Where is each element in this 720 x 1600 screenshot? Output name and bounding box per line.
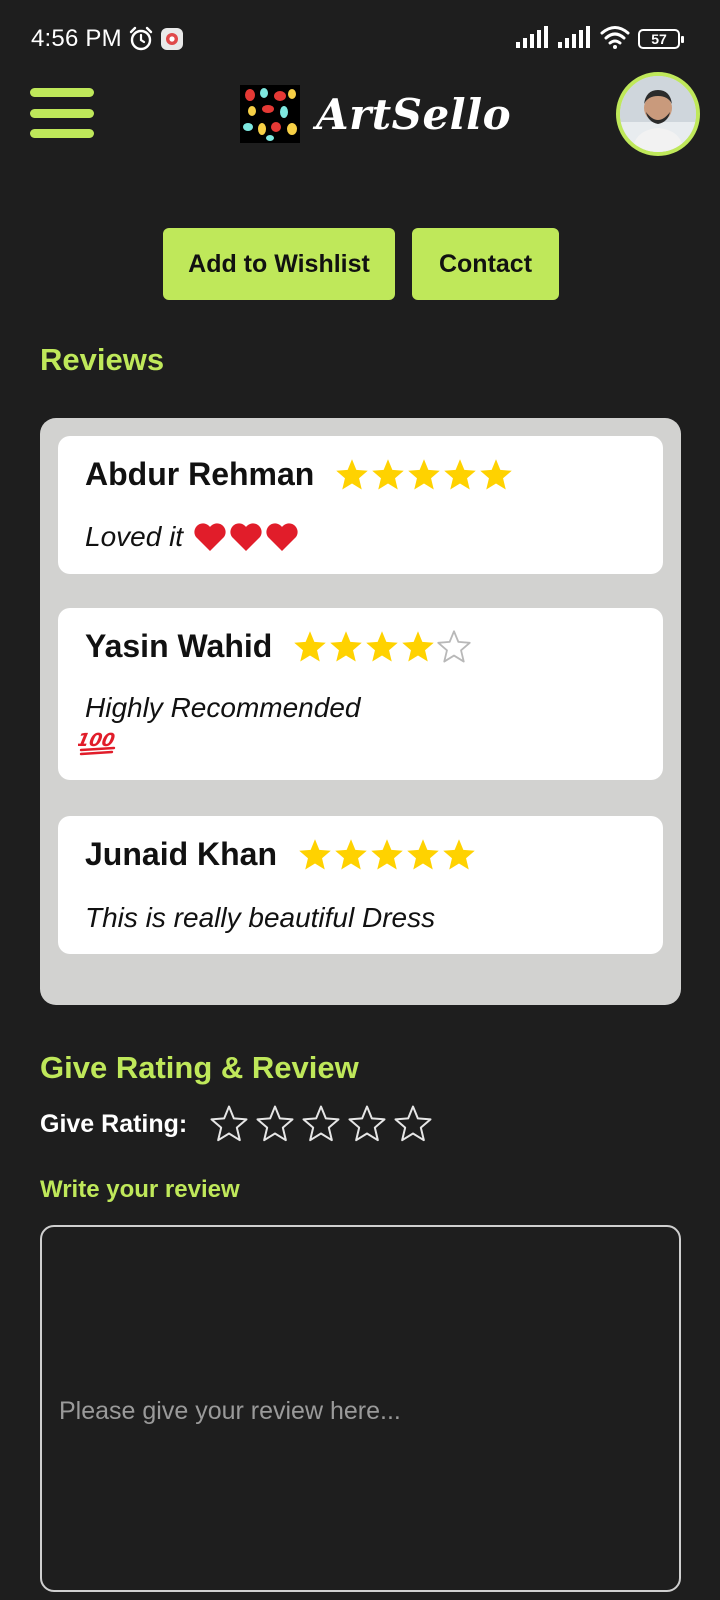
empty-star-icon [437,629,471,662]
brand-name: ArtSello [316,89,512,139]
filled-star-icon [408,458,441,490]
app-header: ArtSello [0,70,720,160]
product-review-screen: 4:56 PM 57 ArtSello Add to Wishlist Cont… [0,0,720,1600]
wifi-icon [600,25,630,54]
review-header: Yasin Wahid [85,628,472,665]
filled-star-icon [294,630,327,662]
filled-star-icon [366,630,399,662]
status-right: 57 [516,25,684,54]
filled-star-icon [371,838,403,870]
signal-icon [516,25,550,53]
filled-star-icon [443,838,475,870]
filled-star-icon [330,630,363,662]
signal-icon [558,25,592,53]
notification-icon [160,27,184,51]
rate-star-icon[interactable] [393,1104,433,1144]
filled-star-icon [402,630,435,662]
status-time: 4:56 PM [31,25,122,52]
review-text-content: This is really beautiful Dress [85,902,436,933]
rate-star-icon[interactable] [301,1104,341,1144]
reviewer-name: Abdur Rehman [85,456,315,492]
battery-icon: 57 [638,29,684,49]
review-card: Junaid Khan This is really beautiful Dre… [58,816,663,954]
filled-star-icon [444,458,477,490]
give-rating-row: Give Rating: [40,1104,439,1144]
star-rating [297,837,477,873]
filled-star-icon [372,458,405,490]
add-to-wishlist-button[interactable]: Add to Wishlist [163,228,395,300]
review-header: Abdur Rehman [85,456,514,493]
hundred-points-emoji-icon: 100 [78,726,118,756]
hearts-emoji-icon [193,520,299,554]
star-rating [292,629,472,665]
rate-star-icon[interactable] [209,1104,249,1144]
star-rating [334,457,514,493]
review-text-content: Highly Recommended [85,692,361,723]
rate-star-icon[interactable] [347,1104,387,1144]
rate-star-icon[interactable] [255,1104,295,1144]
review-text-content: Loved it [85,521,184,552]
product-actions: Add to Wishlist Contact [0,228,720,302]
alarm-icon [128,26,154,52]
filled-star-icon [299,838,331,870]
review-text: This is really beautiful Dress [85,902,435,934]
review-card: Yasin Wahid Highly Recommended 100 [58,608,663,780]
review-text: Loved it [85,520,299,554]
rating-input [209,1104,439,1144]
status-left: 4:56 PM [31,25,184,53]
reviewer-name: Junaid Khan [85,836,278,872]
filled-star-icon [480,458,513,490]
filled-star-icon [407,838,439,870]
status-bar: 4:56 PM 57 [0,0,720,78]
review-header: Junaid Khan [85,836,477,873]
give-review-title: Give Rating & Review [40,1050,359,1085]
filled-star-icon [335,838,367,870]
battery-level: 57 [651,31,667,47]
reviews-list: Abdur Rehman Loved it Yasin Wahid Highly… [40,418,681,1005]
review-text: Highly Recommended 100 [78,692,360,756]
filled-star-icon [336,458,369,490]
review-textarea[interactable] [40,1225,681,1592]
paint-splash-logo [240,85,300,143]
brand: ArtSello [240,84,511,144]
user-avatar[interactable] [616,72,700,156]
contact-button[interactable]: Contact [412,228,559,300]
review-card: Abdur Rehman Loved it [58,436,663,574]
give-rating-label: Give Rating: [40,1109,188,1138]
reviews-title: Reviews [40,342,165,377]
reviewer-name: Yasin Wahid [85,628,273,664]
hamburger-menu-icon[interactable] [30,88,94,138]
write-review-label: Write your review [40,1176,240,1203]
